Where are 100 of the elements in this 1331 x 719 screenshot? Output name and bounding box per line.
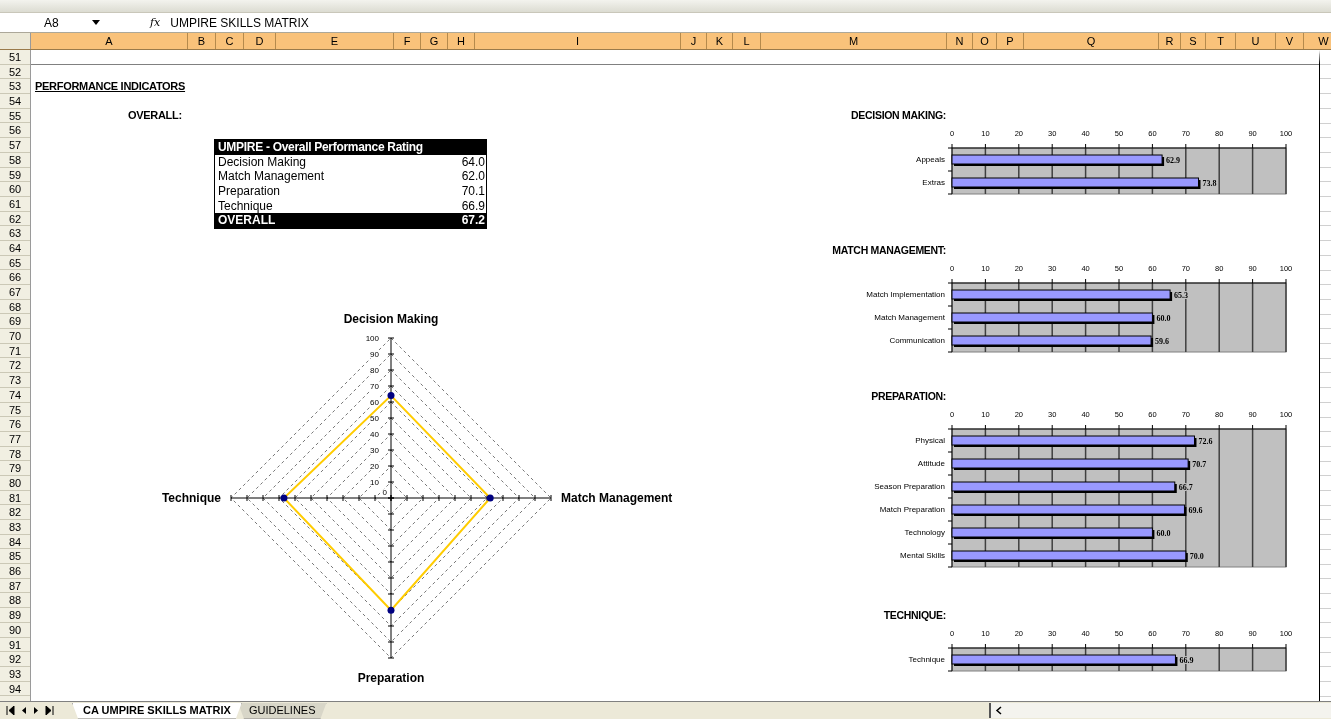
row-header[interactable]: 83 xyxy=(0,520,30,535)
column-header[interactable]: G xyxy=(421,33,448,49)
chart-heading: DECISION MAKING: xyxy=(850,108,946,122)
row-header[interactable]: 68 xyxy=(0,299,30,315)
column-header[interactable]: B xyxy=(188,33,216,49)
row-header[interactable]: 62 xyxy=(0,211,30,227)
column-header[interactable]: D xyxy=(244,33,276,49)
formula-field[interactable]: UMPIRE SKILLS MATRIX xyxy=(170,15,1331,30)
row-header[interactable]: 60 xyxy=(0,182,30,197)
row-header[interactable]: 90 xyxy=(0,622,30,638)
column-header[interactable]: U xyxy=(1236,33,1276,49)
row-header[interactable]: 91 xyxy=(0,637,30,653)
row-header[interactable]: 55 xyxy=(0,108,30,124)
column-header[interactable]: A xyxy=(31,33,188,49)
row-header[interactable]: 89 xyxy=(0,608,30,623)
scroll-left-icon[interactable] xyxy=(995,706,1003,715)
column-header[interactable]: C xyxy=(216,33,244,49)
first-sheet-icon[interactable] xyxy=(6,706,16,715)
row-header[interactable]: 86 xyxy=(0,564,30,579)
column-header[interactable]: O xyxy=(973,33,997,49)
horizontal-scrollbar[interactable] xyxy=(989,703,1331,718)
data-point xyxy=(387,392,395,400)
table-cell: 67.2 xyxy=(461,213,485,229)
next-sheet-icon[interactable] xyxy=(32,706,40,715)
row-header[interactable]: 88 xyxy=(0,593,30,609)
row-header[interactable]: 66 xyxy=(0,270,30,285)
row-header[interactable]: 79 xyxy=(0,461,30,476)
previous-sheet-icon[interactable] xyxy=(20,706,28,715)
row-header[interactable]: 81 xyxy=(0,490,30,506)
category-label: Mental Skills xyxy=(900,551,945,560)
row-header[interactable]: 52 xyxy=(0,64,30,80)
function-icon[interactable]: fx xyxy=(150,16,161,29)
row-header[interactable]: 78 xyxy=(0,446,30,462)
row-header[interactable]: 92 xyxy=(0,652,30,667)
last-sheet-icon[interactable] xyxy=(44,706,54,715)
row-header[interactable]: 93 xyxy=(0,666,30,682)
data-label: 73.8 xyxy=(1202,179,1217,188)
data-label: 60.0 xyxy=(1156,529,1171,538)
table-cell: 64.0 xyxy=(461,154,485,170)
row-header[interactable]: 54 xyxy=(0,94,30,109)
row-header[interactable]: 85 xyxy=(0,549,30,565)
column-header[interactable]: H xyxy=(448,33,475,49)
row-header[interactable]: 61 xyxy=(0,196,30,212)
column-header[interactable]: S xyxy=(1181,33,1206,49)
name-box[interactable]: A8 xyxy=(0,15,80,30)
table-cell: 70.1 xyxy=(461,184,485,199)
dropdown-icon[interactable] xyxy=(92,20,100,25)
data-label: 60.0 xyxy=(1156,314,1171,323)
table-cell: 62.0 xyxy=(461,169,485,185)
column-header[interactable]: M xyxy=(761,33,947,49)
row-header[interactable]: 53 xyxy=(0,79,30,95)
row-header[interactable]: 87 xyxy=(0,578,30,594)
column-header[interactable]: N xyxy=(947,33,973,49)
column-header[interactable]: L xyxy=(733,33,761,49)
row-header[interactable]: 77 xyxy=(0,431,30,447)
column-header[interactable]: K xyxy=(707,33,733,49)
y-tick-label: 70 xyxy=(370,382,380,391)
row-header[interactable]: 65 xyxy=(0,255,30,271)
row-header[interactable]: 51 xyxy=(0,50,30,65)
row-header[interactable]: 84 xyxy=(0,534,30,550)
row-header[interactable]: 64 xyxy=(0,240,30,256)
row-header[interactable]: 58 xyxy=(0,152,30,168)
row-header[interactable]: 69 xyxy=(0,314,30,330)
column-header[interactable]: E xyxy=(276,33,394,49)
data-point xyxy=(387,606,395,614)
y-tick-label: 10 xyxy=(370,478,380,487)
row-header[interactable]: 72 xyxy=(0,358,30,374)
column-header[interactable]: J xyxy=(681,33,707,49)
column-header[interactable]: F xyxy=(394,33,421,49)
y-tick-label: 50 xyxy=(370,414,380,423)
sheet-tab[interactable]: CA UMPIRE SKILLS MATRIX xyxy=(72,702,242,719)
row-header[interactable]: 76 xyxy=(0,417,30,432)
column-header[interactable]: I xyxy=(475,33,681,49)
column-header[interactable]: Q xyxy=(1024,33,1159,49)
data-label: 62.9 xyxy=(1166,156,1181,165)
y-tick-label: 80 xyxy=(370,366,380,375)
column-header[interactable]: V xyxy=(1276,33,1304,49)
data-point xyxy=(280,494,288,502)
row-header[interactable]: 70 xyxy=(0,329,30,344)
row-header[interactable]: 59 xyxy=(0,167,30,183)
row-header[interactable]: 75 xyxy=(0,402,30,418)
column-header[interactable]: T xyxy=(1206,33,1236,49)
row-header[interactable]: 74 xyxy=(0,387,30,403)
chart-heading: TECHNIQUE: xyxy=(882,608,946,622)
y-tick-label: 60 xyxy=(370,398,380,407)
column-header[interactable]: R xyxy=(1159,33,1181,49)
row-header[interactable]: 80 xyxy=(0,475,30,491)
category-label: Technique xyxy=(908,655,945,664)
row-header[interactable]: 82 xyxy=(0,505,30,520)
row-header[interactable]: 57 xyxy=(0,138,30,153)
row-header[interactable]: 94 xyxy=(0,681,30,697)
table-title: UMPIRE - Overall Performance Rating xyxy=(215,140,486,155)
row-header[interactable]: 73 xyxy=(0,373,30,388)
column-header[interactable]: P xyxy=(997,33,1024,49)
column-header[interactable]: W xyxy=(1304,33,1331,49)
row-header[interactable]: 56 xyxy=(0,123,30,139)
row-header[interactable]: 63 xyxy=(0,226,30,241)
row-header[interactable]: 71 xyxy=(0,343,30,359)
row-header[interactable]: 67 xyxy=(0,285,30,300)
data-label: 59.6 xyxy=(1155,337,1170,346)
